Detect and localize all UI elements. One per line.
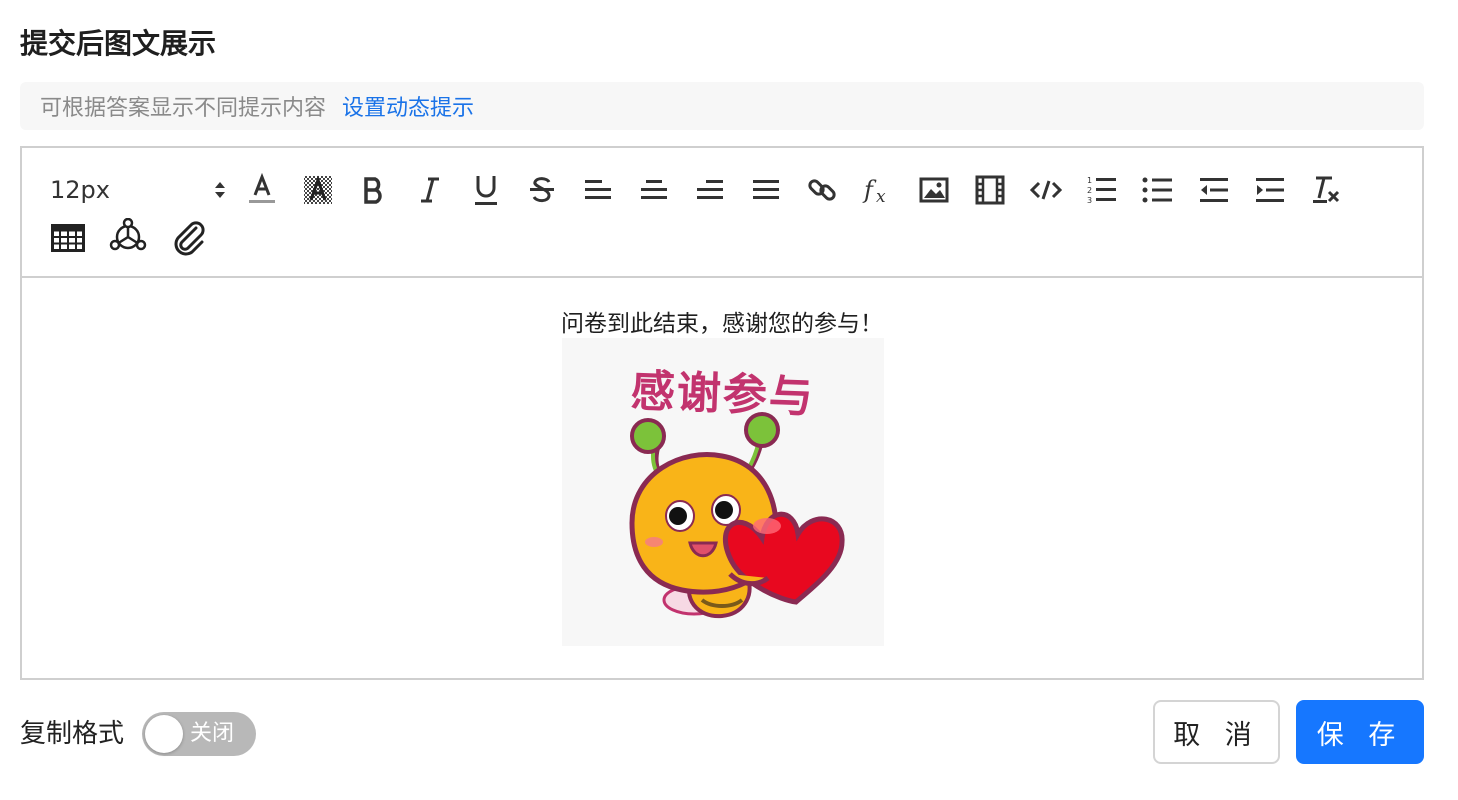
bullet-list-icon[interactable] (1138, 170, 1178, 210)
table-icon[interactable] (48, 218, 88, 258)
bee-heart-illustration (629, 412, 845, 619)
svg-text:f: f (862, 176, 877, 204)
code-icon[interactable] (1026, 170, 1066, 210)
align-right-icon[interactable] (690, 170, 730, 210)
svg-text:x: x (876, 187, 886, 206)
cancel-button[interactable]: 取 消 (1153, 700, 1280, 764)
toggle-knob (145, 715, 183, 753)
bold-icon[interactable] (354, 170, 394, 210)
mind-map-icon[interactable] (108, 216, 148, 256)
font-size-value: 12px (50, 176, 110, 204)
indent-icon[interactable] (1250, 170, 1290, 210)
italic-icon[interactable] (410, 170, 450, 210)
underline-icon[interactable] (466, 170, 506, 210)
align-justify-icon[interactable] (746, 170, 786, 210)
outdent-icon[interactable] (1194, 170, 1234, 210)
editor-content[interactable]: 问卷到此结束，感谢您的参与！ 感谢参与 (22, 278, 1422, 678)
font-size-select[interactable]: 12px (50, 170, 228, 210)
strikethrough-icon[interactable] (522, 170, 562, 210)
clear-format-icon[interactable] (1306, 170, 1346, 210)
copy-format-label: 复制格式 (20, 719, 125, 749)
ordered-list-icon[interactable]: 123 (1082, 170, 1122, 210)
save-button[interactable]: 保 存 (1296, 700, 1424, 764)
background-color-icon[interactable] (298, 170, 338, 210)
thank-you-sticker-image: 感谢参与 (562, 338, 884, 646)
attachment-icon[interactable] (170, 218, 210, 258)
align-left-icon[interactable] (578, 170, 618, 210)
svg-text:3: 3 (1087, 196, 1092, 205)
font-color-icon[interactable] (242, 170, 282, 210)
toggle-state-text: 关闭 (190, 721, 235, 746)
svg-text:2: 2 (1087, 186, 1092, 195)
completion-message: 问卷到此结束，感谢您的参与！ (561, 311, 883, 337)
link-icon[interactable] (802, 170, 842, 210)
video-icon[interactable] (970, 170, 1010, 210)
page-title: 提交后图文展示 (20, 27, 217, 60)
formula-icon[interactable]: fx (858, 170, 898, 210)
dynamic-hint-link[interactable]: 设置动态提示 (342, 90, 474, 122)
align-center-icon[interactable] (634, 170, 674, 210)
copy-format-toggle[interactable]: 关闭 (142, 712, 256, 756)
hint-text: 可根据答案显示不同提示内容 (40, 96, 327, 121)
page: 提交后图文展示 可根据答案显示不同提示内容 设置动态提示 12px f x 1 … (0, 0, 1458, 800)
editor-toolbar: 12px f x 1 2 3 (22, 148, 1422, 278)
rich-text-editor: 12px f x 1 2 3 问卷到此结束，感谢您的参与！ 感谢参与 (20, 146, 1424, 680)
image-icon[interactable] (914, 170, 954, 210)
select-arrows-icon (212, 179, 228, 201)
hint-bar: 可根据答案显示不同提示内容 设置动态提示 (20, 82, 1424, 130)
svg-text:1: 1 (1087, 176, 1092, 185)
